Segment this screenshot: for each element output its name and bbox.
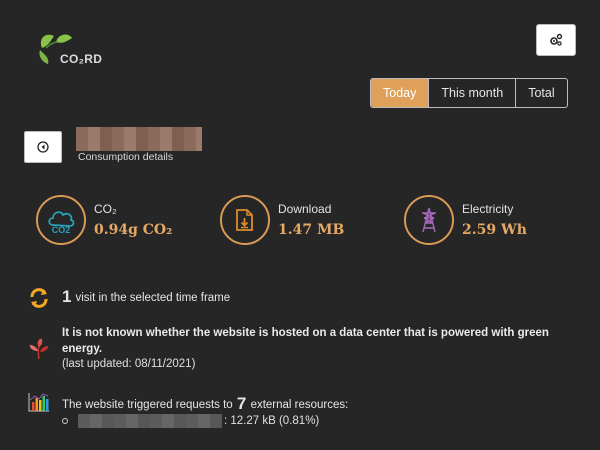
resource-domain <box>78 414 222 428</box>
visits-text: visit in the selected time frame <box>75 292 231 304</box>
electricity-value: 2.59 Wh <box>462 222 527 238</box>
resources-count: 7 <box>236 394 247 413</box>
co2-label: CO₂ <box>94 202 117 216</box>
electricity-icon-circle <box>404 195 454 245</box>
download-label: Download <box>278 202 332 216</box>
time-frame-tabs: Today This month Total <box>370 78 568 108</box>
tab-this-month[interactable]: This month <box>428 79 515 107</box>
power-tower-icon <box>422 207 436 233</box>
external-resources-summary: The website triggered requests to 7 exte… <box>62 394 348 414</box>
green-hosting-updated: (last updated: 08/11/2021) <box>62 358 196 370</box>
co2-value: 0.94g CO₂ <box>94 222 173 238</box>
download-value: 1.47 MB <box>278 222 345 238</box>
file-download-icon <box>236 209 253 231</box>
gears-icon <box>550 33 563 46</box>
bar-chart-icon <box>27 390 51 414</box>
list-item: : 12.27 kB (0.81%) <box>62 414 319 428</box>
visits-count: 1 <box>62 287 72 306</box>
consumption-details-label: Consumption details <box>78 151 174 163</box>
visits-summary: 1 visit in the selected time frame <box>62 287 230 307</box>
refresh-icon <box>27 286 51 310</box>
website-name <box>76 127 202 151</box>
settings-button[interactable] <box>536 24 576 56</box>
leaves-icon <box>27 337 51 361</box>
resources-prefix: The website triggered requests to <box>62 399 233 411</box>
resources-suffix: external resources: <box>250 399 349 411</box>
logo-text: CO₂RD <box>60 52 103 66</box>
circle-arrow-left-icon <box>37 141 49 153</box>
back-button[interactable] <box>24 131 62 163</box>
resource-size: : 12.27 kB (0.81%) <box>224 415 320 427</box>
bullet-icon <box>62 418 68 424</box>
cloud-co2-icon: CO2 <box>48 211 75 233</box>
download-icon-circle <box>220 195 270 245</box>
co2-icon-circle: CO2 <box>36 195 86 245</box>
green-hosting-text: It is not known whether the website is h… <box>62 327 549 355</box>
app-logo: CO₂RD <box>36 28 116 68</box>
svg-text:CO2: CO2 <box>52 225 71 233</box>
tab-total[interactable]: Total <box>515 79 566 107</box>
electricity-label: Electricity <box>462 202 514 216</box>
tab-today[interactable]: Today <box>371 79 429 107</box>
